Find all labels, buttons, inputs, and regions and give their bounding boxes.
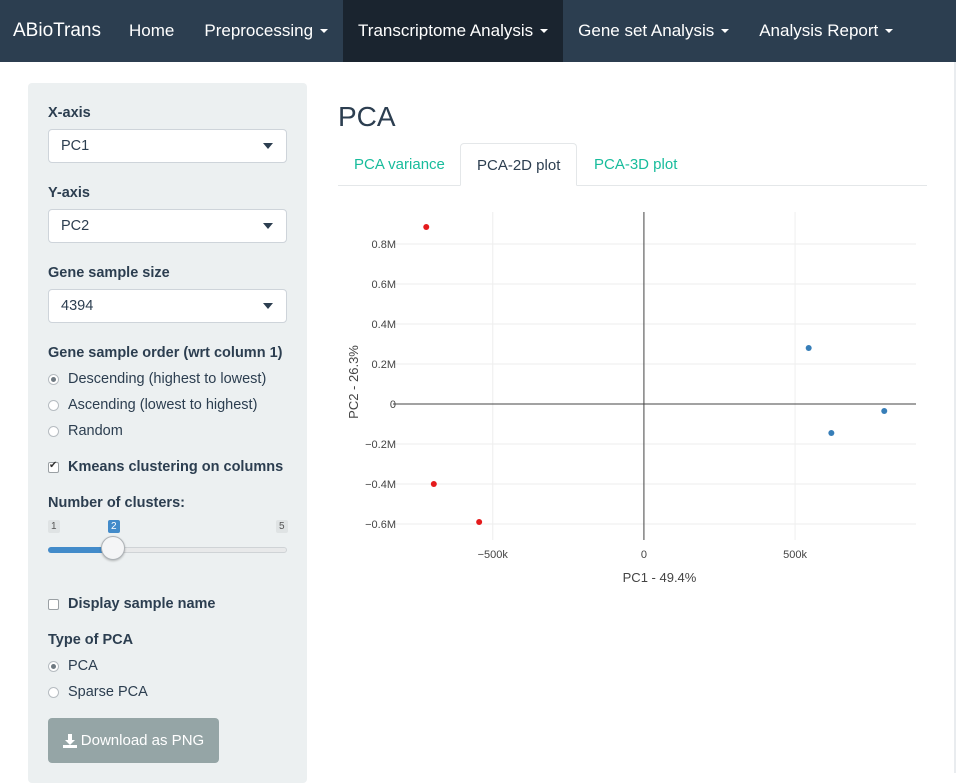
y-tick-label: 0 bbox=[390, 399, 396, 411]
pca-type-option-label: Sparse PCA bbox=[68, 684, 148, 700]
order-option-label: Random bbox=[68, 423, 123, 439]
nav-transcriptome-analysis[interactable]: Transcriptome Analysis bbox=[343, 0, 564, 62]
nav-geneset-label: Gene set Analysis bbox=[578, 21, 715, 40]
sample-size-label: Gene sample size bbox=[48, 265, 170, 281]
y-tick-label: 0.8M bbox=[372, 239, 396, 251]
pca-type-label: Type of PCA bbox=[48, 632, 134, 648]
chevron-down-icon bbox=[263, 143, 273, 149]
nav-preprocessing[interactable]: Preprocessing bbox=[189, 0, 343, 62]
xaxis-label: X-axis bbox=[48, 105, 91, 121]
nav-home-label: Home bbox=[129, 21, 175, 40]
cluster-1-point bbox=[476, 519, 483, 525]
pca-type-option-pca[interactable]: PCA bbox=[48, 658, 98, 674]
page-title: PCA bbox=[338, 101, 396, 132]
tab-pca-2d-plot[interactable]: PCA-2D plot bbox=[460, 143, 578, 186]
x-axis-label: PC1 - 49.4% bbox=[623, 570, 697, 585]
sidebar-panel: X-axis PC1 Y-axis PC2 Gene sample size 4… bbox=[28, 83, 307, 783]
order-option-label: Ascending (lowest to highest) bbox=[68, 397, 258, 413]
pca-type-option-sparse[interactable]: Sparse PCA bbox=[48, 684, 148, 700]
y-tick-label: −0.2M bbox=[365, 439, 396, 451]
clusters-label: Number of clusters: bbox=[48, 495, 185, 511]
order-option-random[interactable]: Random bbox=[48, 423, 123, 439]
caret-down-icon bbox=[540, 29, 549, 33]
nav-preprocessing-label: Preprocessing bbox=[204, 21, 314, 40]
radio-button[interactable] bbox=[48, 425, 59, 437]
radio-button[interactable] bbox=[48, 686, 59, 698]
display-sample-name-checkbox[interactable]: Display sample name bbox=[48, 596, 216, 612]
display-sample-name-label: Display sample name bbox=[68, 596, 216, 612]
x-tick-label: 500k bbox=[783, 549, 807, 561]
pca-type-option-label: PCA bbox=[68, 658, 98, 674]
download-icon bbox=[62, 733, 77, 748]
sample-size-selected-value: 4394 bbox=[61, 298, 94, 314]
pca-2d-scatter-plot[interactable]: −500k 0 500k −0.6M −0.4M −0.2M 0 0.2M 0.4M 0.6M 0.… bbox=[338, 200, 928, 600]
slider-min-label: 1 bbox=[48, 520, 60, 533]
cluster-2-point bbox=[805, 345, 812, 351]
order-option-descending[interactable]: Descending (highest to lowest) bbox=[48, 371, 266, 387]
radio-button[interactable] bbox=[48, 660, 59, 672]
y-tick-label: 0.4M bbox=[372, 319, 396, 331]
nav-home[interactable]: Home bbox=[114, 0, 189, 62]
brand-logo[interactable]: ABioTrans bbox=[0, 0, 114, 62]
kmeans-checkbox[interactable]: Kmeans clustering on columns bbox=[48, 459, 283, 475]
chevron-down-icon bbox=[263, 223, 273, 229]
sample-order-label: Gene sample order (wrt column 1) bbox=[48, 345, 283, 361]
xaxis-selected-value: PC1 bbox=[61, 138, 90, 154]
checkbox[interactable] bbox=[48, 460, 59, 473]
radio-button[interactable] bbox=[48, 373, 59, 385]
x-tick-label: 0 bbox=[641, 549, 647, 561]
caret-down-icon bbox=[320, 29, 329, 33]
nav-transcriptome-label: Transcriptome Analysis bbox=[358, 21, 534, 40]
caret-down-icon bbox=[885, 29, 894, 33]
order-option-ascending[interactable]: Ascending (lowest to highest) bbox=[48, 397, 257, 413]
xaxis-select[interactable]: PC1 bbox=[48, 129, 287, 163]
order-option-label: Descending (highest to lowest) bbox=[68, 371, 267, 387]
clusters-slider-handle[interactable] bbox=[101, 536, 125, 560]
yaxis-select[interactable]: PC2 bbox=[48, 209, 287, 243]
cluster-1-point bbox=[430, 481, 437, 487]
cluster-1-point bbox=[423, 224, 430, 230]
nav-analysis-report[interactable]: Analysis Report bbox=[744, 0, 908, 62]
tab-bar: PCA variance PCA-2D plot PCA-3D plot bbox=[338, 143, 927, 186]
nav-report-label: Analysis Report bbox=[759, 21, 879, 40]
download-button-label: Download as PNG bbox=[80, 732, 205, 749]
tab-pca-3d-plot[interactable]: PCA-3D plot bbox=[578, 143, 693, 186]
yaxis-label: Y-axis bbox=[48, 185, 90, 201]
radio-button[interactable] bbox=[48, 399, 59, 411]
y-axis-label: PC2 - 26.3% bbox=[346, 345, 361, 419]
nav-gene-set-analysis[interactable]: Gene set Analysis bbox=[563, 0, 744, 62]
tab-pca-variance[interactable]: PCA variance bbox=[338, 143, 461, 186]
y-tick-label: 0.6M bbox=[372, 279, 396, 291]
slider-max-label: 5 bbox=[276, 520, 288, 533]
yaxis-selected-value: PC2 bbox=[61, 218, 90, 234]
y-tick-label: 0.2M bbox=[372, 359, 396, 371]
download-png-button[interactable]: Download as PNG bbox=[48, 718, 219, 763]
kmeans-label: Kmeans clustering on columns bbox=[68, 459, 284, 475]
cluster-2-point bbox=[881, 408, 888, 414]
cluster-2-point bbox=[828, 430, 835, 436]
sample-size-select[interactable]: 4394 bbox=[48, 289, 287, 323]
chevron-down-icon bbox=[263, 303, 273, 309]
caret-down-icon bbox=[721, 29, 730, 33]
y-tick-label: −0.6M bbox=[365, 519, 396, 531]
navbar: ABioTrans Home Preprocessing Transcripto… bbox=[0, 0, 956, 62]
x-tick-label: −500k bbox=[478, 549, 509, 561]
slider-value-label: 2 bbox=[108, 520, 120, 533]
checkbox[interactable] bbox=[48, 598, 59, 610]
y-tick-label: −0.4M bbox=[365, 479, 396, 491]
